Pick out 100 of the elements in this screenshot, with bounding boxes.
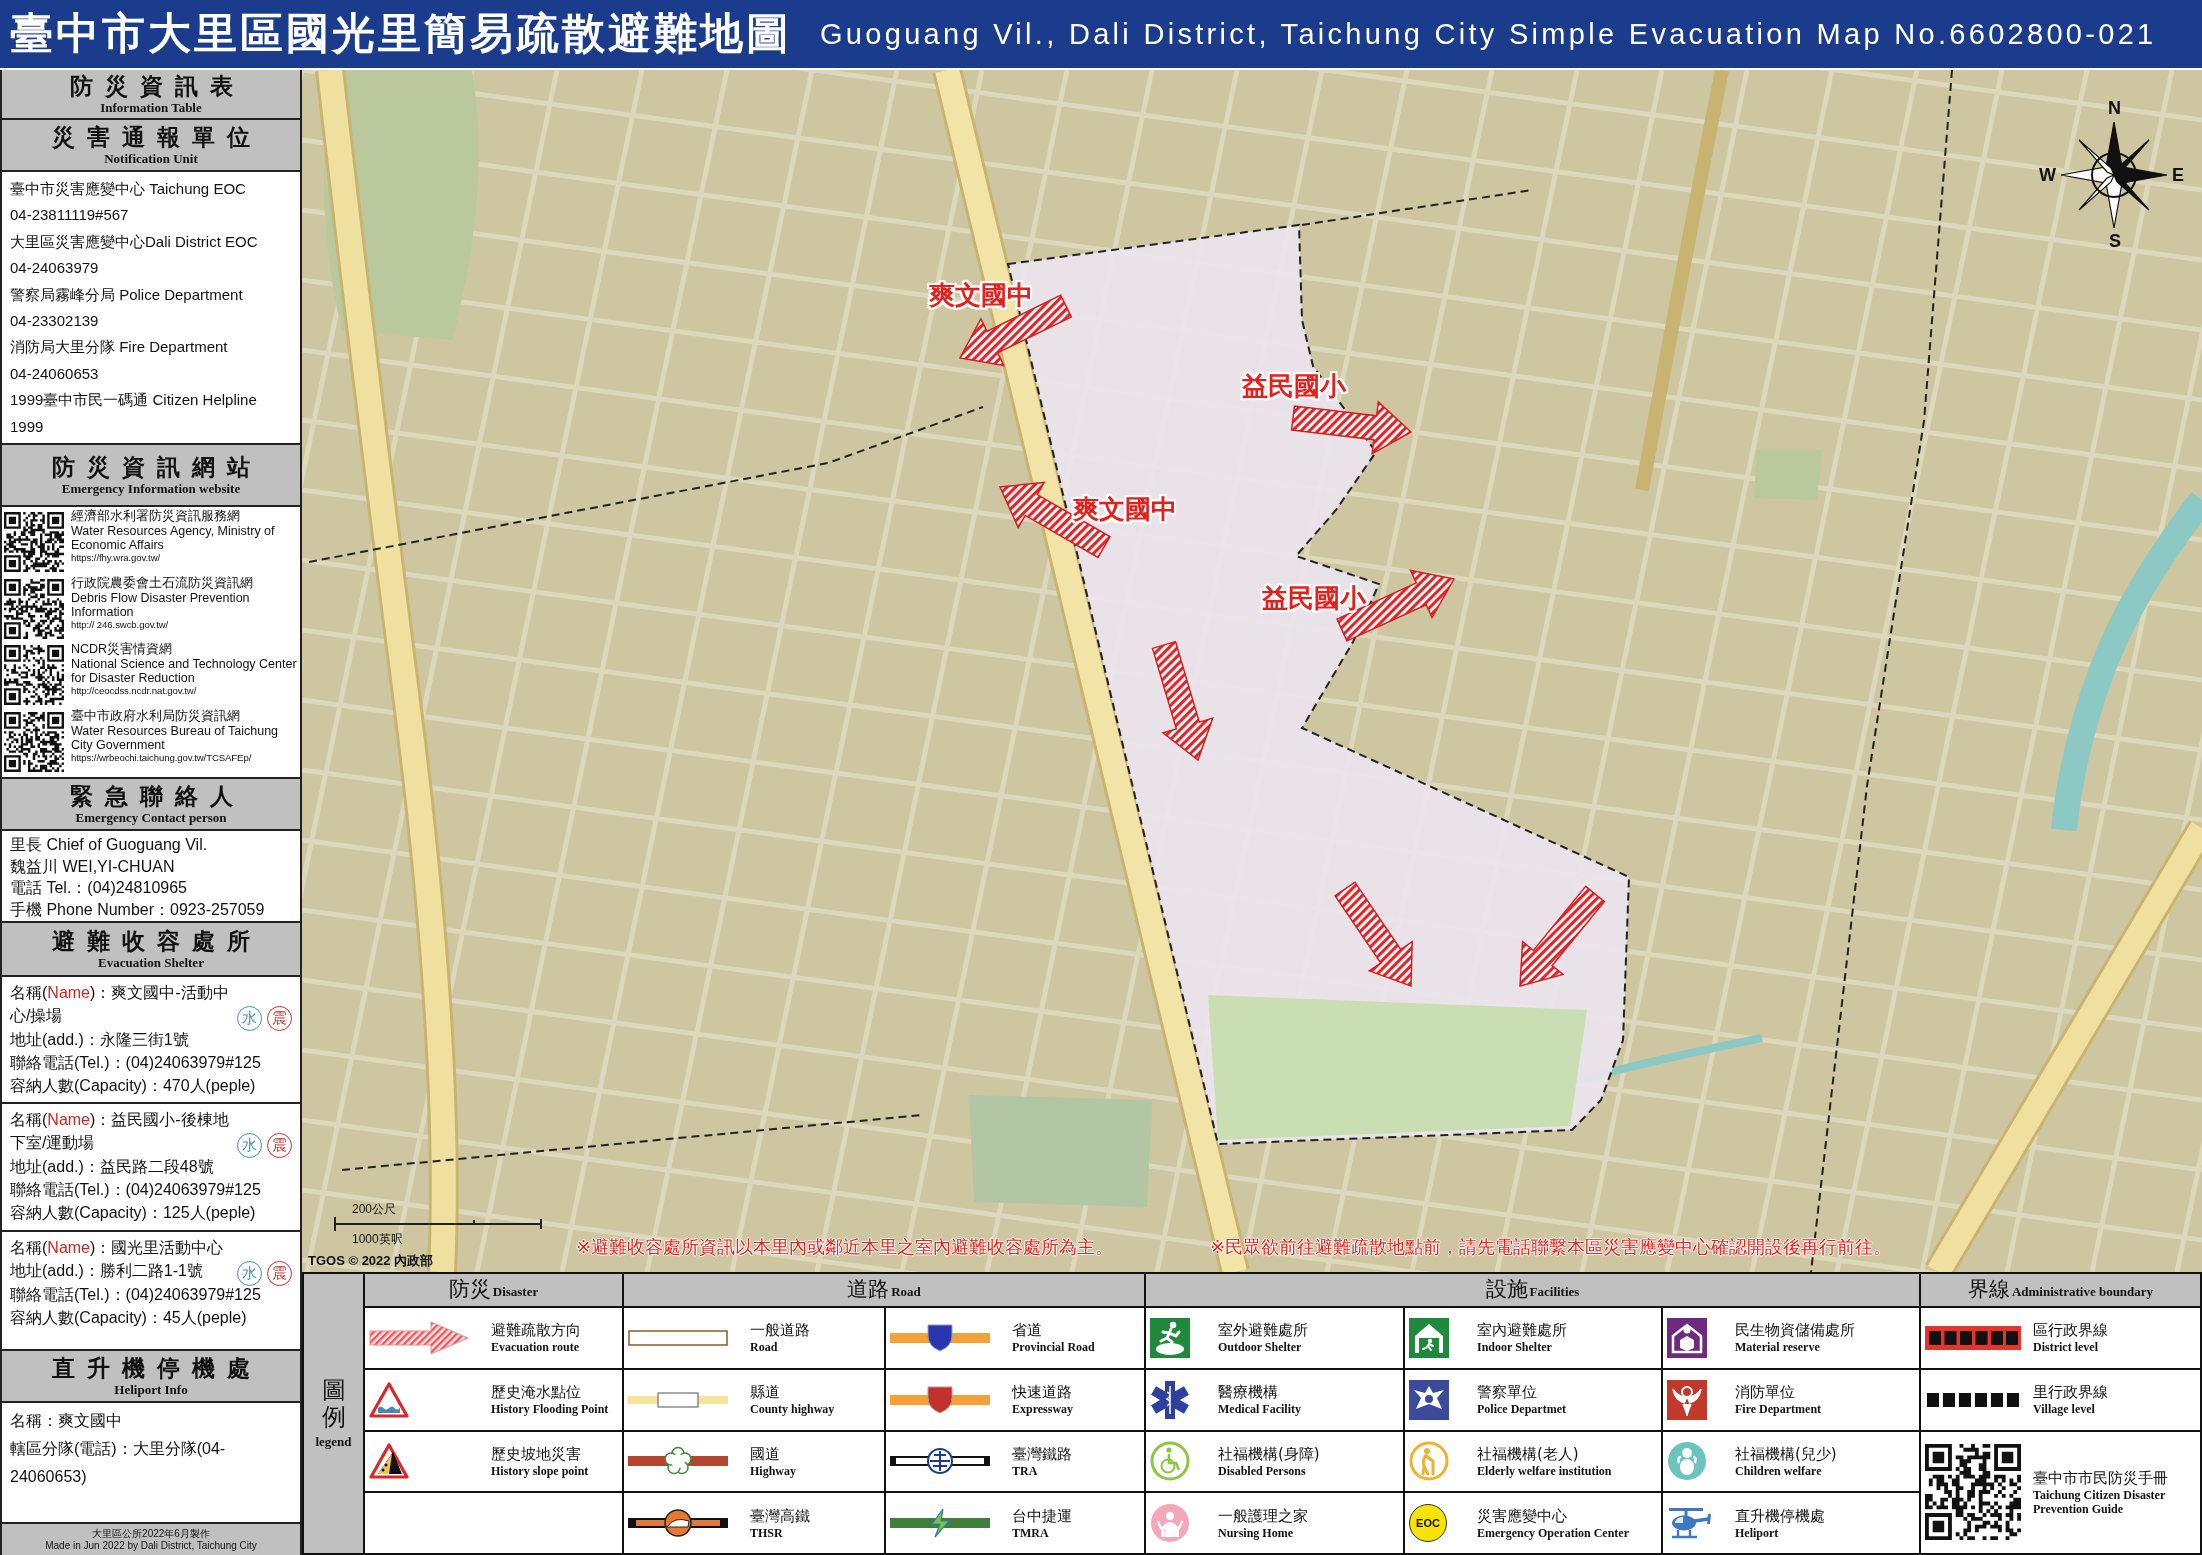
section-subtitle: Notification Unit — [104, 151, 198, 167]
landslide-warning-icon — [369, 1443, 409, 1480]
legend-label: 省道 — [1012, 1321, 1042, 1341]
credit-line: 大里區公所2022年6月製作 — [92, 1527, 210, 1540]
unit-name: 臺中市災害應變中心 Taichung EOC — [10, 179, 246, 199]
website-description: Water Resources Bureau of Taichung City Government — [71, 723, 280, 752]
contact-line: 手機 Phone Number：0923-257059 — [10, 899, 265, 920]
legend-group-subtitle: Administrative boundary — [2011, 1284, 2154, 1300]
map-title-english: Guoguang Vil., Dali District, Taichung City Simple Evacuation Map No.6602800-021 — [820, 17, 2157, 51]
legend-label: 警察單位 — [1477, 1383, 1537, 1403]
legend-label: 醫療機構 — [1218, 1383, 1278, 1403]
hazard-badge: 震 — [267, 1261, 292, 1286]
section-subtitle: Heliport Info — [114, 1382, 188, 1398]
destination-label: 爽文國中 — [1073, 494, 1177, 524]
legend-label: 災害應變中心 — [1477, 1506, 1567, 1526]
heliport-detail: 名稱：爽文國中 — [10, 1411, 123, 1431]
legend-label-english: TRA — [1012, 1463, 1038, 1478]
hazard-badge: 水 — [237, 1261, 262, 1286]
legend-group-title: 道路 — [847, 1276, 890, 1303]
legend-group-title: 設施 — [1485, 1276, 1528, 1303]
legend-label-english: Village level — [2033, 1402, 2095, 1417]
unit-phone: 04-24060653 — [10, 363, 99, 384]
shelter-detail: 地址(add.)：益民路二段48號 — [10, 1156, 214, 1177]
legend-label: 快速道路 — [1012, 1383, 1072, 1403]
highway-symbol-icon — [628, 1446, 728, 1477]
compass-letter: S — [2109, 231, 2121, 251]
legend-label: 民生物資儲備處所 — [1735, 1321, 1855, 1341]
website-url: https://fhy.wra.gov.tw/ — [71, 552, 161, 564]
section-subtitle: Information Table — [100, 100, 202, 116]
legend-label: 縣道 — [750, 1383, 780, 1403]
legend-label-english: Nursing Home — [1218, 1525, 1293, 1540]
legend-group-title: 防災 — [448, 1276, 491, 1303]
legend-label-english: Fire Department — [1735, 1402, 1822, 1417]
legend-subtitle: legend — [315, 1433, 352, 1450]
website-name: 經濟部水利署防災資訊服務網 — [71, 509, 240, 524]
unit-name: 1999臺中市民一碼通 Citizen Helpline — [10, 390, 257, 411]
legend-label-english: Expressway — [1012, 1402, 1074, 1417]
legend-label: 室外避難處所 — [1218, 1321, 1308, 1341]
compass-rose-icon — [2059, 120, 2169, 230]
shelter-detail: 容納人數(Capacity)：470人(peple) — [10, 1076, 256, 1097]
map-notice: ※民眾欲前往避難疏散地點前，請先電話聯繫本區災害應變中心確認開設後再行前往。 — [1210, 1236, 1892, 1258]
compass-letter: N — [2108, 98, 2121, 118]
legend-label-english: Highway — [750, 1463, 796, 1478]
legend-label: 里行政界線 — [2033, 1383, 2108, 1403]
legend-label-english: Provincial Road — [1012, 1340, 1095, 1355]
section-title: 防災資訊表 — [68, 72, 245, 100]
qr-code-icon — [4, 512, 64, 572]
legend-label: 歷史坡地災害 — [491, 1444, 581, 1464]
wheelchair-icon — [1150, 1441, 1190, 1482]
scale-label: 200公尺 — [352, 1202, 397, 1216]
fire-emblem-icon — [1667, 1379, 1707, 1420]
section-subtitle: Emergency Information website — [61, 481, 241, 497]
legend-group-subtitle: Facilities — [1529, 1284, 1580, 1300]
shelter-detail: 地址(add.)：勝利二路1-1號 — [10, 1261, 203, 1282]
destination-label: 益民國小 — [1262, 583, 1366, 613]
shelter-name: 名稱(Name)：益民國小-後棟地下室/運動場 — [10, 1110, 230, 1154]
legend-label-english: County highway — [750, 1402, 835, 1417]
legend-group-subtitle: Disaster — [492, 1284, 539, 1300]
unit-name: 消防局大里分隊 Fire Department — [10, 337, 228, 358]
credit-line: Made in Jun 2022 by Dali District, Taichung City — [45, 1539, 257, 1552]
legend-label: 避難疏散方向 — [491, 1321, 581, 1341]
legend-label-english: Police Departmet — [1477, 1402, 1566, 1417]
map-notice: ※避難收容處所資訊以本里內或鄰近本里之室內避難收容處所為主。 — [576, 1236, 1114, 1258]
unit-phone: 04-23811119#567 — [10, 205, 129, 226]
legend-label: 一般護理之家 — [1218, 1506, 1308, 1526]
map-copyright: TGOS © 2022 內政部 — [308, 1253, 434, 1269]
legend-label-english: Evacuation route — [491, 1340, 580, 1355]
legend-label: 直升機停機處 — [1735, 1506, 1825, 1526]
elderly-person-icon — [1409, 1441, 1449, 1482]
contact-line: 魏益川 WEI,YI-CHUAN — [10, 856, 175, 877]
qr-code-icon — [4, 578, 64, 639]
legend-label: 社福機構(老人) — [1477, 1444, 1579, 1464]
compass-letter: E — [2172, 165, 2184, 185]
legend-label: 臺中市市民防災手冊 — [2033, 1468, 2168, 1488]
legend-label-english: History Flooding Point — [491, 1402, 609, 1417]
legend-label: 室內避難處所 — [1477, 1321, 1567, 1341]
legend-label: 消防單位 — [1735, 1383, 1795, 1403]
railway-symbol-icon — [890, 1446, 990, 1477]
legend-label-english: Indoor Shelter — [1477, 1340, 1552, 1355]
legend-label-english: THSR — [750, 1525, 783, 1540]
shelter-detail: 聯絡電話(Tel.)：(04)24063979#125 — [10, 1052, 261, 1073]
section-title: 災害通報單位 — [51, 123, 262, 151]
section-subtitle: Evacuation Shelter — [98, 955, 204, 971]
website-name: NCDR災害情資網 — [71, 642, 173, 658]
legend-group-subtitle: Road — [891, 1284, 921, 1300]
provincial-road-symbol-icon — [890, 1322, 990, 1353]
shelter-name: 名稱(Name)：爽文國中-活動中心/操場 — [10, 983, 230, 1027]
website-url: http://ceocdss.ncdr.nat.gov.tw/ — [71, 685, 197, 698]
hatched-arrow-icon — [369, 1320, 469, 1355]
high-speed-rail-symbol-icon — [628, 1508, 728, 1539]
expressway-symbol-icon — [890, 1384, 990, 1415]
legend-label-english: Taichung Citizen Disaster Prevention Guide — [2033, 1487, 2166, 1516]
legend-label-english: Material reserve — [1735, 1340, 1820, 1355]
qr-code-icon — [1925, 1444, 2021, 1541]
legend-label-english: Medical Facility — [1218, 1402, 1301, 1417]
legend-title: 圖例 — [321, 1377, 346, 1430]
unit-phone: 04-24063979 — [10, 258, 99, 279]
website-description: Debris Flow Disaster Prevention Information — [71, 590, 251, 619]
district-boundary-icon — [1925, 1325, 2021, 1350]
road-symbol-icon — [628, 1329, 728, 1346]
